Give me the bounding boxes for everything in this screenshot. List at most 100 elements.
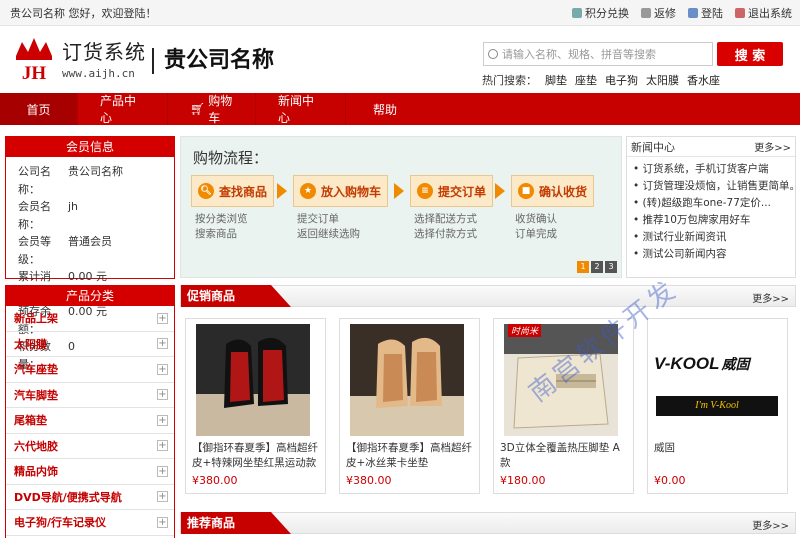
product-price: ¥380.00 [192,474,238,487]
category-item[interactable]: 电子狗/行车记录仪 + [6,510,174,536]
nav-cart-label: 购物车 [208,94,233,125]
hot-keyword[interactable]: 香水座 [687,72,720,88]
login-link[interactable]: 登陆 [688,5,723,21]
company-name: 贵公司名称 [152,48,274,74]
pager-dot[interactable]: 3 [605,261,617,273]
plus-icon[interactable]: + [157,312,168,324]
plus-icon[interactable]: + [157,491,168,503]
recommend-title: 推荐商品 [181,512,291,534]
search-icon [488,49,498,59]
category-item[interactable]: 新品上架 + [6,306,174,332]
hot-keyword[interactable]: 脚垫 [545,72,567,88]
search-input[interactable]: 请输入名称、规格、拼音等搜索 [483,42,713,66]
product-price: ¥0.00 [654,474,686,487]
arrow-icon [277,183,287,199]
category-item[interactable]: 精品内饰 + [6,459,174,485]
member-row: 公司名称： 贵公司名称 [18,165,123,196]
category-item[interactable]: DVD导航/便携式导航 + [6,485,174,510]
top-bar: 贵公司名称 您好，欢迎登陆！ 积分兑换 返修 登陆 退出系统 [0,0,800,26]
member-row: 会员名称： jh [18,200,79,231]
product-name[interactable]: 威固 [654,441,784,456]
plus-icon[interactable]: + [157,389,168,401]
product-card[interactable]: 【御指环春夏季】高档超纤皮+特辣网坐垫红黑运动款 ¥380.00 [185,318,326,494]
nav-home[interactable]: 首页 [0,93,78,125]
document-icon: ≡ [417,183,433,199]
member-info-panel: 会员信息 公司名称：贵公司名称 会员名称：jh 会员等级：普通会员 累计消费：0… [5,136,175,371]
search-placeholder: 请输入名称、规格、拼音等搜索 [502,48,656,61]
product-image[interactable]: V-KOOL 威固 I'm V-Kool [652,324,784,436]
hot-keyword[interactable]: 座垫 [575,72,597,88]
product-name[interactable]: 3D立体全覆盖热压脚垫 A款 [500,441,630,471]
magnifier-icon: 🔍︎ [198,183,214,199]
recommend-more-link[interactable]: 更多>> [752,517,789,532]
product-image[interactable] [196,324,310,436]
news-item[interactable]: • 订货管理没烦恼，让销售更简单。 [633,178,795,195]
step-order[interactable]: ≡ 提交订单 [410,175,494,207]
logo-url: www.aijh.cn [62,67,135,80]
product-price: ¥380.00 [346,474,392,487]
exit-icon [735,7,745,18]
plus-icon[interactable]: + [157,414,168,426]
product-image[interactable] [350,324,464,436]
product-card[interactable]: 时尚米 3D立体全覆盖热压脚垫 A款 ¥180.00 [493,318,634,494]
repair-link[interactable]: 返修 [641,5,676,21]
logout-link[interactable]: 退出系统 [735,5,792,21]
logo[interactable]: JH 订货系统 www.aijh.cn [12,36,146,82]
news-panel: 新闻中心 更多>> • 订货系统，手机订货客户端 • 订货管理没烦恼，让销售更简单… [626,136,796,278]
shopping-process-banner: 购物流程： 🔍︎ 查找商品 ★ 放入购物车 ≡ 提交订单 ■ 确认收货 按分类浏览 搜索商… [180,136,622,278]
news-item[interactable]: • 推荐10万包牌家用好车 [633,212,795,229]
step-order-subs: 选择配送方式 选择付款方式 [414,213,477,240]
pager-dot[interactable]: 2 [591,261,603,273]
banner-pager: 1 2 3 [577,261,617,273]
hot-keyword[interactable]: 电子狗 [605,72,638,88]
category-item[interactable]: 尾箱垫 + [6,408,174,434]
plus-icon[interactable]: + [157,363,168,375]
promo-title: 促销商品 [181,285,291,307]
category-title: 产品分类 [6,286,174,306]
plus-icon[interactable]: + [157,516,168,528]
news-item[interactable]: • (转)超级跑车one-77定价... [633,195,795,212]
user-icon [688,7,698,18]
category-item[interactable]: 太阳膜 + [6,332,174,357]
news-item[interactable]: • 测试行业新闻资讯 [633,229,795,246]
nav-products[interactable]: 产品中心 [78,93,168,125]
category-item[interactable]: 六代地胶 + [6,434,174,459]
category-item[interactable]: 汽车脚垫 + [6,383,174,408]
step-cart-subs: 提交订单 返回继续选购 [297,213,360,240]
nav-help[interactable]: 帮助 [346,93,424,125]
arrow-icon [495,183,505,199]
svg-text:JH: JH [22,63,47,82]
logo-title: 订货系统 [62,40,146,64]
product-tag: 时尚米 [508,324,542,337]
product-image[interactable] [504,324,618,436]
nav-cart[interactable]: 🛒︎ 购物车 [168,93,256,125]
promo-more-link[interactable]: 更多>> [752,290,789,305]
plus-icon[interactable]: + [157,338,168,350]
product-name[interactable]: 【御指环春夏季】高档超纤皮+特辣网坐垫红黑运动款 [192,441,322,471]
product-price: ¥180.00 [500,474,546,487]
vkool-banner: I'm V-Kool [656,396,778,416]
hot-keyword[interactable]: 太阳膜 [646,72,679,88]
product-name[interactable]: 【御指环春夏季】高档超纤皮+冰丝莱卡坐垫 [346,441,476,471]
pager-dot[interactable]: 1 [577,261,589,273]
step-cart[interactable]: ★ 放入购物车 [293,175,389,207]
step-find[interactable]: 🔍︎ 查找商品 [191,175,275,207]
search-button[interactable]: 搜 索 [717,42,783,66]
step-confirm[interactable]: ■ 确认收货 [511,175,595,207]
member-row: 会员等级： 普通会员 [18,235,112,266]
cart-icon: ★ [300,183,316,199]
news-title: 新闻中心 [631,140,675,154]
product-card[interactable]: V-KOOL 威固 I'm V-Kool 威固 ¥0.00 [647,318,788,494]
category-panel: 产品分类 新品上架 + 太阳膜 + 汽车座垫 + 汽车脚垫 + 尾箱垫 + 六代地胶 + 精… [5,285,175,538]
category-item[interactable]: 汽车座垫 + [6,357,174,383]
news-item[interactable]: • 测试公司新闻内容 [633,246,795,263]
plus-icon[interactable]: + [157,465,168,477]
plus-icon[interactable]: + [157,440,168,452]
points-exchange-link[interactable]: 积分兑换 [572,5,629,21]
news-more-link[interactable]: 更多>> [754,139,791,154]
member-info-title: 会员信息 [6,137,174,157]
news-item[interactable]: • 订货系统，手机订货客户端 [633,161,795,178]
main-nav: 首页 产品中心 🛒︎ 购物车 新闻中心 帮助 [0,93,800,125]
nav-news[interactable]: 新闻中心 [256,93,346,125]
product-card[interactable]: 【御指环春夏季】高档超纤皮+冰丝莱卡坐垫 ¥380.00 [339,318,480,494]
